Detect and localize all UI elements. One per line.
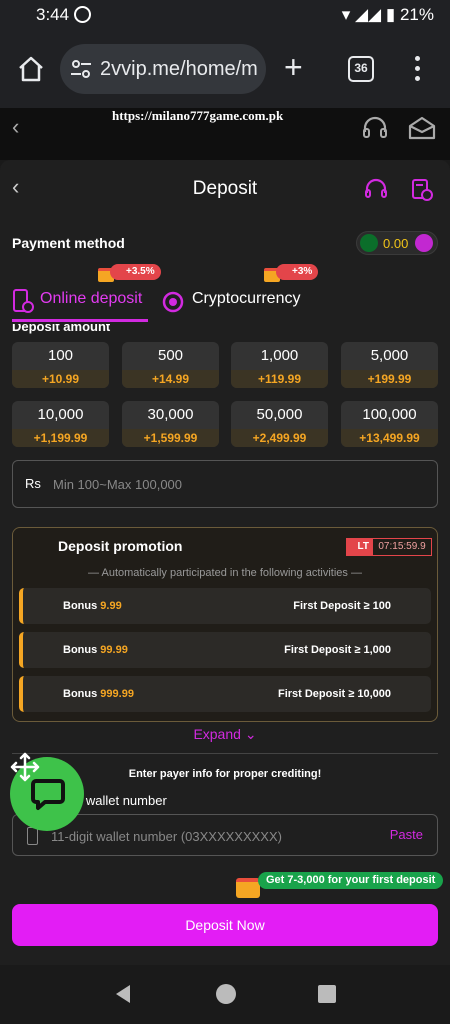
amount-option[interactable]: 5,000 +199.99 (341, 342, 438, 388)
chevron-left-icon[interactable]: ‹ (12, 114, 19, 140)
drag-move-icon[interactable] (10, 752, 40, 782)
bonus-text: Bonus 999.99 (63, 688, 134, 700)
support-headset-icon[interactable] (364, 178, 388, 202)
amount-bonus: +1,599.99 (122, 429, 219, 447)
amount-option[interactable]: 100 +10.99 (12, 342, 109, 388)
amount-bonus: +13,499.99 (341, 429, 438, 447)
amount-value: 5,000 (370, 347, 409, 364)
amount-option[interactable]: 1,000 +119.99 (231, 342, 328, 388)
whatsapp-notification-icon (74, 6, 91, 23)
pakistan-flag-icon (360, 234, 378, 252)
paste-button[interactable]: Paste (390, 827, 423, 842)
mail-icon[interactable] (408, 116, 436, 140)
amount-option[interactable]: 500 +14.99 (122, 342, 219, 388)
amount-value: 50,000 (256, 406, 303, 423)
bonus-condition: First Deposit ≥ 100 (293, 600, 391, 612)
balance-pill: 0.00 (356, 231, 438, 255)
amount-bonus: +2,499.99 (231, 429, 328, 447)
url-text: 2vvip.me/home/m (100, 58, 258, 80)
address-bar[interactable]: 2vvip.me/home/m (60, 44, 266, 94)
home-icon[interactable] (16, 54, 46, 84)
amount-value: 100 (47, 347, 74, 364)
status-time: 3:44 (36, 5, 70, 24)
bonus-condition: First Deposit ≥ 10,000 (277, 688, 391, 700)
watermark-url: https://milano777game.com.pk (112, 108, 284, 123)
amount-bonus: +10.99 (12, 370, 109, 388)
payment-method-label: Payment method (12, 235, 125, 251)
bonus-condition: First Deposit ≥ 1,000 (284, 644, 391, 656)
amount-option[interactable]: 10,000 +1,199.99 (12, 401, 109, 447)
amount-value: 500 (157, 347, 184, 364)
limited-time-badge: LT 07:15:59.9 (346, 538, 432, 556)
amount-bonus: +119.99 (231, 370, 328, 388)
promotion-row: Bonus 9.99 First Deposit ≥ 100 (19, 588, 431, 624)
deposit-now-button[interactable]: Deposit Now (12, 904, 438, 946)
crypto-bonus-badge: +3% (276, 264, 319, 280)
more-menu-icon[interactable] (412, 52, 422, 86)
nav-home-icon[interactable] (216, 984, 236, 1004)
tab-cryptocurrency-label: Cryptocurrency (192, 290, 301, 307)
amount-bonus: +14.99 (122, 370, 219, 388)
site-settings-icon[interactable] (70, 59, 92, 79)
amount-bonus: +1,199.99 (12, 429, 109, 447)
amount-bonus: +199.99 (341, 370, 438, 388)
deposit-promotion-card: Deposit promotion LT 07:15:59.9 — Automa… (12, 527, 438, 722)
tab-switcher-button[interactable]: 36 (348, 56, 374, 82)
nav-recents-icon[interactable] (318, 985, 336, 1003)
wallet-number-input[interactable] (51, 825, 381, 847)
bonus-text: Bonus 9.99 (63, 600, 122, 612)
nav-back-icon[interactable] (112, 983, 134, 1005)
divider (12, 753, 438, 754)
deposit-panel: ‹ Deposit Payment method 0.00 Online dep… (0, 160, 450, 965)
status-right: ▾ ◢◢ ▮ 21% (342, 5, 434, 25)
amount-value: 100,000 (362, 406, 417, 423)
wifi-icon: ▾ (341, 5, 351, 24)
battery-level: 21% (399, 5, 434, 24)
online-bonus-badge: +3.5% (110, 264, 161, 280)
signal-icon: ◢◢ (354, 5, 382, 24)
balance-value: 0.00 (383, 236, 409, 251)
mobile-payment-icon (13, 289, 34, 313)
amount-value: 10,000 (37, 406, 84, 423)
promotion-row: Bonus 999.99 First Deposit ≥ 10,000 (19, 676, 431, 712)
promotion-title: Deposit promotion (58, 538, 183, 554)
wallet-field[interactable]: Paste (12, 814, 438, 856)
promotion-subtitle: — Automatically participated in the foll… (88, 567, 362, 579)
amount-input[interactable] (53, 473, 413, 495)
amount-value: 1,000 (260, 347, 299, 364)
countdown-timer: 07:15:59.9 (372, 538, 432, 556)
tab-online-deposit-label: Online deposit (40, 290, 143, 307)
chat-bubble-icon (31, 779, 65, 810)
amount-option[interactable]: 50,000 +2,499.99 (231, 401, 328, 447)
refresh-icon[interactable] (415, 234, 433, 252)
browser-toolbar: 2vvip.me/home/m + 36 (0, 30, 450, 108)
currency-label: Rs (25, 476, 41, 491)
battery-icon: ▮ (385, 5, 396, 24)
expand-button[interactable]: Expand ⌄ (0, 726, 450, 743)
headset-icon[interactable] (362, 116, 388, 140)
crypto-coin-icon (162, 291, 184, 313)
amount-option[interactable]: 30,000 +1,599.99 (122, 401, 219, 447)
chevron-down-icon: ⌄ (244, 726, 257, 742)
status-bar: 3:44 ▾ ◢◢ ▮ 21% (0, 0, 450, 30)
gift-icon (236, 878, 260, 898)
expand-label: Expand (193, 726, 241, 742)
site-header: ‹ https://milano777game.com.pk (0, 108, 450, 160)
bonus-text: Bonus 99.99 (63, 644, 128, 656)
new-tab-icon[interactable]: + (284, 50, 303, 84)
tab-online-deposit[interactable]: Online deposit +3.5% (12, 264, 161, 322)
tab-cryptocurrency[interactable]: Cryptocurrency +3% (160, 264, 320, 322)
system-navigation-bar (0, 965, 450, 1024)
amount-value: 30,000 (147, 406, 194, 423)
lt-label: LT (346, 538, 372, 556)
amount-field[interactable]: Rs (12, 460, 438, 508)
deposit-history-icon[interactable] (410, 178, 434, 202)
amount-option[interactable]: 100,000 +13,499.99 (341, 401, 438, 447)
promotion-row: Bonus 99.99 First Deposit ≥ 1,000 (19, 632, 431, 668)
first-deposit-badge: Get 7-3,000 for your first deposit (258, 872, 444, 889)
